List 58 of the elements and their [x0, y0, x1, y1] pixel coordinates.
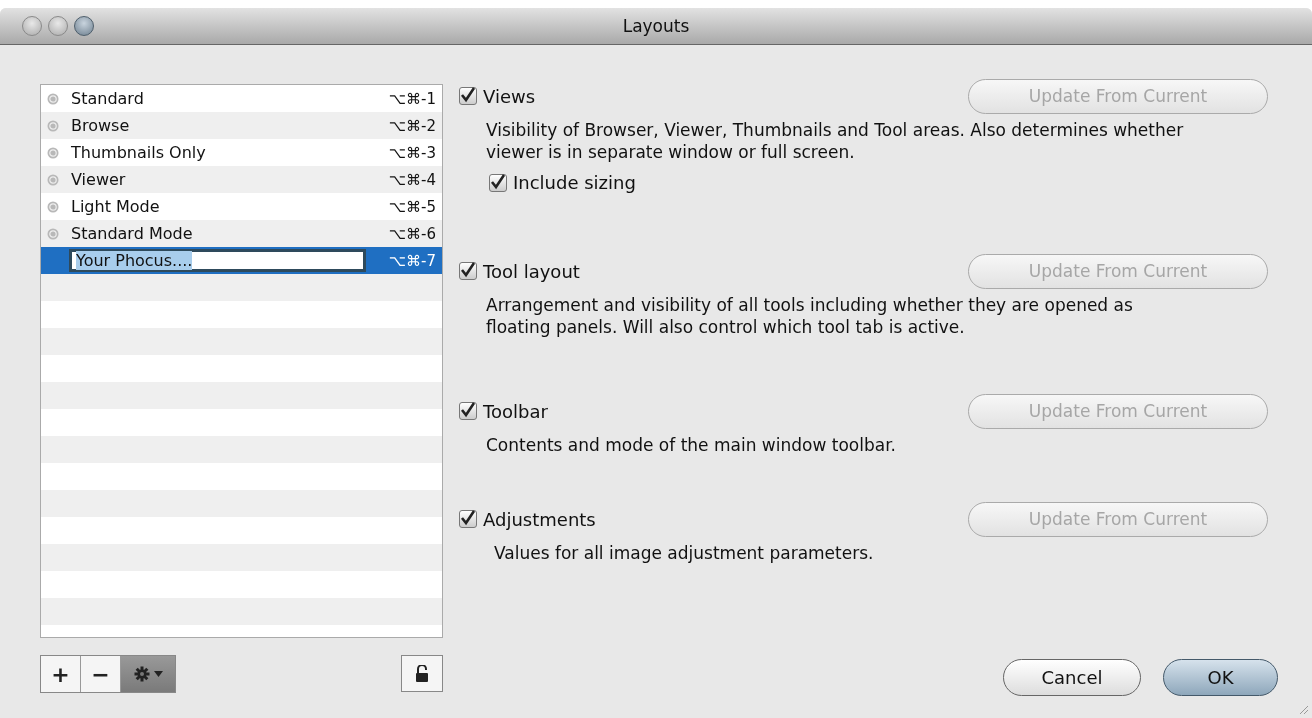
section-title: Adjustments [483, 508, 597, 530]
remove-button[interactable]: − [81, 656, 121, 692]
checkbox[interactable] [459, 402, 477, 420]
checkbox[interactable] [459, 262, 477, 280]
section-description: Contents and mode of the main window toolbar. [486, 434, 897, 456]
layout-icon [47, 200, 59, 213]
checkbox[interactable] [459, 510, 477, 528]
layout-item[interactable]: Thumbnails Only ⌥⌘-3 [41, 139, 442, 166]
layout-item[interactable]: Your Phocus.... ⌥⌘-7 [41, 247, 442, 274]
layout-name: Thumbnails Only [71, 143, 207, 162]
layout-icon [47, 173, 59, 186]
checkbox[interactable] [489, 173, 507, 192]
name-field[interactable]: Your Phocus.... [69, 249, 366, 272]
layout-item[interactable]: Browse ⌥⌘-2 [41, 112, 442, 139]
checkbox[interactable] [459, 87, 477, 105]
cancel-button[interactable]: Cancel [1003, 659, 1141, 696]
shortcut-label: ⌥⌘-2 [387, 116, 437, 135]
lock-button[interactable] [401, 655, 443, 692]
gear-icon [133, 666, 150, 682]
shortcut-label: ⌥⌘-3 [387, 143, 437, 162]
checkmark-icon [460, 262, 476, 278]
layout-name: Standard Mode [71, 224, 194, 243]
checkmark-icon [460, 402, 476, 418]
layout-item[interactable]: Standard ⌥⌘-1 [41, 85, 442, 112]
shortcut-label: ⌥⌘-1 [387, 89, 437, 108]
option-label: Include sizing [513, 172, 636, 193]
open-padlock-icon [415, 665, 429, 682]
layout-item[interactable]: Viewer ⌥⌘-4 [41, 166, 442, 193]
resize-grip-icon [1298, 704, 1310, 716]
section-description: Arrangement and visibility of all tools including whether they are opened as floating panels. Will also control which tool tab is active. [486, 294, 1134, 338]
shortcut-label: ⌥⌘-4 [387, 170, 437, 189]
window-title: Layouts [622, 16, 690, 36]
shortcut-label: ⌥⌘-5 [387, 197, 437, 216]
layout-name: Standard [71, 89, 145, 108]
layout-name: Browse [71, 116, 131, 135]
layout-icon [47, 119, 59, 132]
add-button[interactable]: + [41, 656, 81, 692]
action-menu-button[interactable] [121, 656, 175, 692]
checkmark-icon [460, 87, 476, 103]
layout-item[interactable]: Light Mode ⌥⌘-5 [41, 193, 442, 220]
checkmark-icon [460, 510, 476, 526]
section-title: Toolbar [483, 400, 549, 422]
layout-icon [47, 92, 59, 105]
layout-name: Viewer [71, 170, 127, 189]
layout-item[interactable]: Standard Mode ⌥⌘-6 [41, 220, 442, 247]
shortcut-label: ⌥⌘-7 [387, 251, 437, 270]
shortcut-label: ⌥⌘-6 [387, 224, 437, 243]
caret-icon [153, 671, 163, 677]
section-description: Values for all image adjustment parameters. [494, 542, 875, 564]
layout-name: Light Mode [71, 197, 161, 216]
section-description: Visibility of Browser, Viewer, Thumbnails and Tool areas. Also determines whether viewer is in separate window or full screen. [486, 119, 1185, 163]
layout-icon [47, 227, 59, 240]
section-title: Views [483, 85, 537, 107]
zoom-button[interactable] [74, 16, 94, 36]
layout-icon [47, 146, 59, 159]
checkmark-icon [490, 173, 506, 190]
ok-button[interactable]: OK [1163, 659, 1278, 696]
section-title: Tool layout [483, 260, 581, 282]
